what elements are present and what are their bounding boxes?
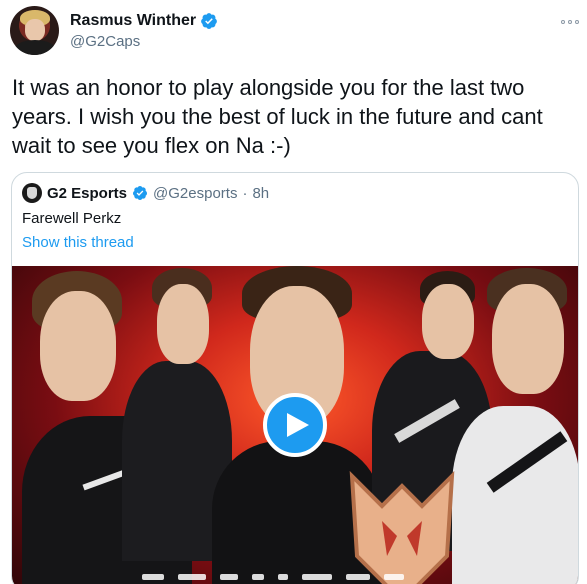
tweet-card: Rasmus Winther @G2Caps It was an honor t… [0, 0, 587, 584]
author-name-row[interactable]: Rasmus Winther [70, 12, 218, 30]
play-button[interactable] [263, 393, 327, 457]
quoted-separator: · [242, 184, 248, 202]
quoted-text: Farewell Perkz [22, 210, 122, 227]
quoted-header: G2 Esports @G2esports · 8h [22, 183, 269, 203]
quoted-author-name[interactable]: G2 Esports [47, 185, 127, 202]
play-icon [286, 413, 309, 437]
sponsor-logos [142, 570, 472, 584]
quoted-avatar[interactable] [22, 183, 42, 203]
more-options-icon[interactable] [561, 18, 579, 26]
show-thread-link[interactable]: Show this thread [22, 234, 134, 251]
quoted-tweet[interactable]: G2 Esports @G2esports · 8h Farewell Perk… [11, 172, 579, 584]
author-avatar[interactable] [10, 6, 59, 55]
author-name[interactable]: Rasmus Winther [70, 12, 196, 30]
tweet-text: It was an honor to play alongside you fo… [12, 75, 543, 158]
quoted-author-handle[interactable]: @G2esports [153, 185, 237, 202]
verified-badge-icon [133, 186, 148, 201]
verified-badge-icon [201, 13, 217, 29]
quoted-timestamp[interactable]: 8h [252, 185, 269, 202]
g2-logo-icon [349, 470, 455, 584]
author-handle[interactable]: @G2Caps [70, 33, 140, 50]
